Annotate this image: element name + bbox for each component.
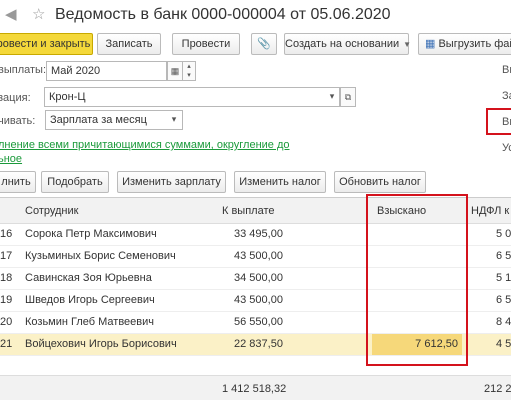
organization-label: зация:: [0, 92, 31, 104]
row-number: 17: [0, 250, 13, 262]
month-field[interactable]: Май 2020: [46, 61, 167, 81]
row-number: 18: [0, 272, 13, 284]
create-based-on-label: Создать на основании: [285, 38, 400, 50]
post-and-close-button[interactable]: ровести и закрыть: [0, 33, 93, 55]
month-label: выплаты:: [0, 64, 47, 76]
pay-type-value: Зарплата за месяц: [50, 114, 147, 126]
organization-dropdown-button[interactable]: ▾: [324, 87, 340, 107]
total-to-pay: 1 412 518,32: [222, 383, 287, 395]
dropdown-arrow-icon: ▼: [403, 40, 412, 49]
favorite-star-icon[interactable]: ☆: [32, 7, 45, 23]
post-label: Провести: [181, 38, 231, 50]
write-button[interactable]: Записать: [97, 33, 161, 55]
row-number: 16: [0, 228, 13, 240]
fill-button[interactable]: лнить: [0, 171, 36, 193]
organization-open-button[interactable]: ⧉: [340, 87, 356, 107]
upload-icon: ▦: [425, 38, 436, 50]
row-employee: Войцехович Игорь Борисович: [25, 338, 177, 350]
header-employee[interactable]: Сотрудник: [25, 205, 78, 217]
row-number: 19: [0, 294, 13, 306]
pay-label: чивать:: [0, 115, 36, 127]
upload-file-label: Выгрузить файл: [438, 38, 511, 50]
month-spin-button[interactable]: ▴ ▾: [182, 61, 196, 81]
row-employee: Сорока Петр Максимович: [25, 228, 157, 240]
table-footer-totals: 1 412 518,32 212 2: [0, 375, 511, 400]
row-to-pay: 34 500,00: [234, 272, 283, 284]
change-salary-label: Изменить зарплату: [122, 176, 221, 188]
organization-field[interactable]: Крон-Ц: [44, 87, 340, 107]
row-employee: Шведов Игорь Сергеевич: [25, 294, 155, 306]
change-tax-button[interactable]: Изменить налог: [234, 171, 326, 193]
row-employee: Кузьминых Борис Семенович: [25, 250, 176, 262]
right-label-4: Ус: [502, 142, 511, 154]
row-to-pay: 56 550,00: [234, 316, 283, 328]
change-salary-button[interactable]: Изменить зарплату: [117, 171, 226, 193]
row-number: 21: [0, 338, 13, 350]
row-ndfl: 5 0: [496, 228, 511, 240]
update-tax-label: Обновить налог: [339, 176, 421, 188]
month-value: Май 2020: [51, 65, 101, 77]
organization-value: Крон-Ц: [49, 91, 86, 103]
row-employee: Савинская Зоя Юрьевна: [25, 272, 152, 284]
row-to-pay: 22 837,50: [234, 338, 283, 350]
row-ndfl: 4 5: [496, 338, 511, 350]
header-to-pay[interactable]: К выплате: [222, 205, 275, 217]
row-to-pay: 43 500,00: [234, 250, 283, 262]
fill-label: лнить: [1, 176, 31, 188]
row-number: 20: [0, 316, 13, 328]
row-employee: Козьмин Глеб Матвеевич: [25, 316, 154, 328]
highlight-box-recovered-column: [366, 194, 468, 366]
fill-settings-link-2[interactable]: ьное: [0, 153, 22, 165]
total-ndfl: 212 2: [484, 383, 511, 395]
create-based-on-button[interactable]: Создать на основании ▼: [284, 33, 412, 55]
post-and-close-label: ровести и закрыть: [0, 38, 91, 50]
attach-button[interactable]: 📎: [251, 33, 277, 55]
change-tax-label: Изменить налог: [239, 176, 321, 188]
row-to-pay: 33 495,00: [234, 228, 283, 240]
right-label-1: Вы: [502, 64, 511, 76]
write-label: Записать: [105, 38, 153, 50]
paperclip-icon: 📎: [257, 38, 271, 50]
row-ndfl: 8 4: [496, 316, 511, 328]
row-ndfl: 6 5: [496, 250, 511, 262]
pay-type-dropdown-button[interactable]: ▾: [166, 110, 182, 130]
post-button[interactable]: Провести: [172, 33, 240, 55]
back-arrow-icon[interactable]: ◀: [5, 7, 17, 23]
fill-settings-link[interactable]: лнение всеми причитающимися суммами, окр…: [0, 139, 290, 151]
calendar-button[interactable]: ▦: [167, 61, 183, 81]
row-to-pay: 43 500,00: [234, 294, 283, 306]
highlight-box-top-right: [486, 108, 511, 135]
header-ndfl[interactable]: НДФЛ к: [471, 205, 509, 217]
row-ndfl: 6 5: [496, 294, 511, 306]
update-tax-button[interactable]: Обновить налог: [334, 171, 426, 193]
title-bar: ◀ ☆ Ведомость в банк 0000-000004 от 05.0…: [0, 0, 511, 30]
upload-file-button[interactable]: ▦ Выгрузить файл: [418, 33, 511, 55]
row-ndfl: 5 1: [496, 272, 511, 284]
window-title: Ведомость в банк 0000-000004 от 05.06.20…: [55, 6, 391, 23]
right-label-2: За: [502, 90, 511, 102]
select-button[interactable]: Подобрать: [41, 171, 109, 193]
select-label: Подобрать: [47, 176, 103, 188]
pay-type-field[interactable]: Зарплата за месяц: [45, 110, 183, 130]
